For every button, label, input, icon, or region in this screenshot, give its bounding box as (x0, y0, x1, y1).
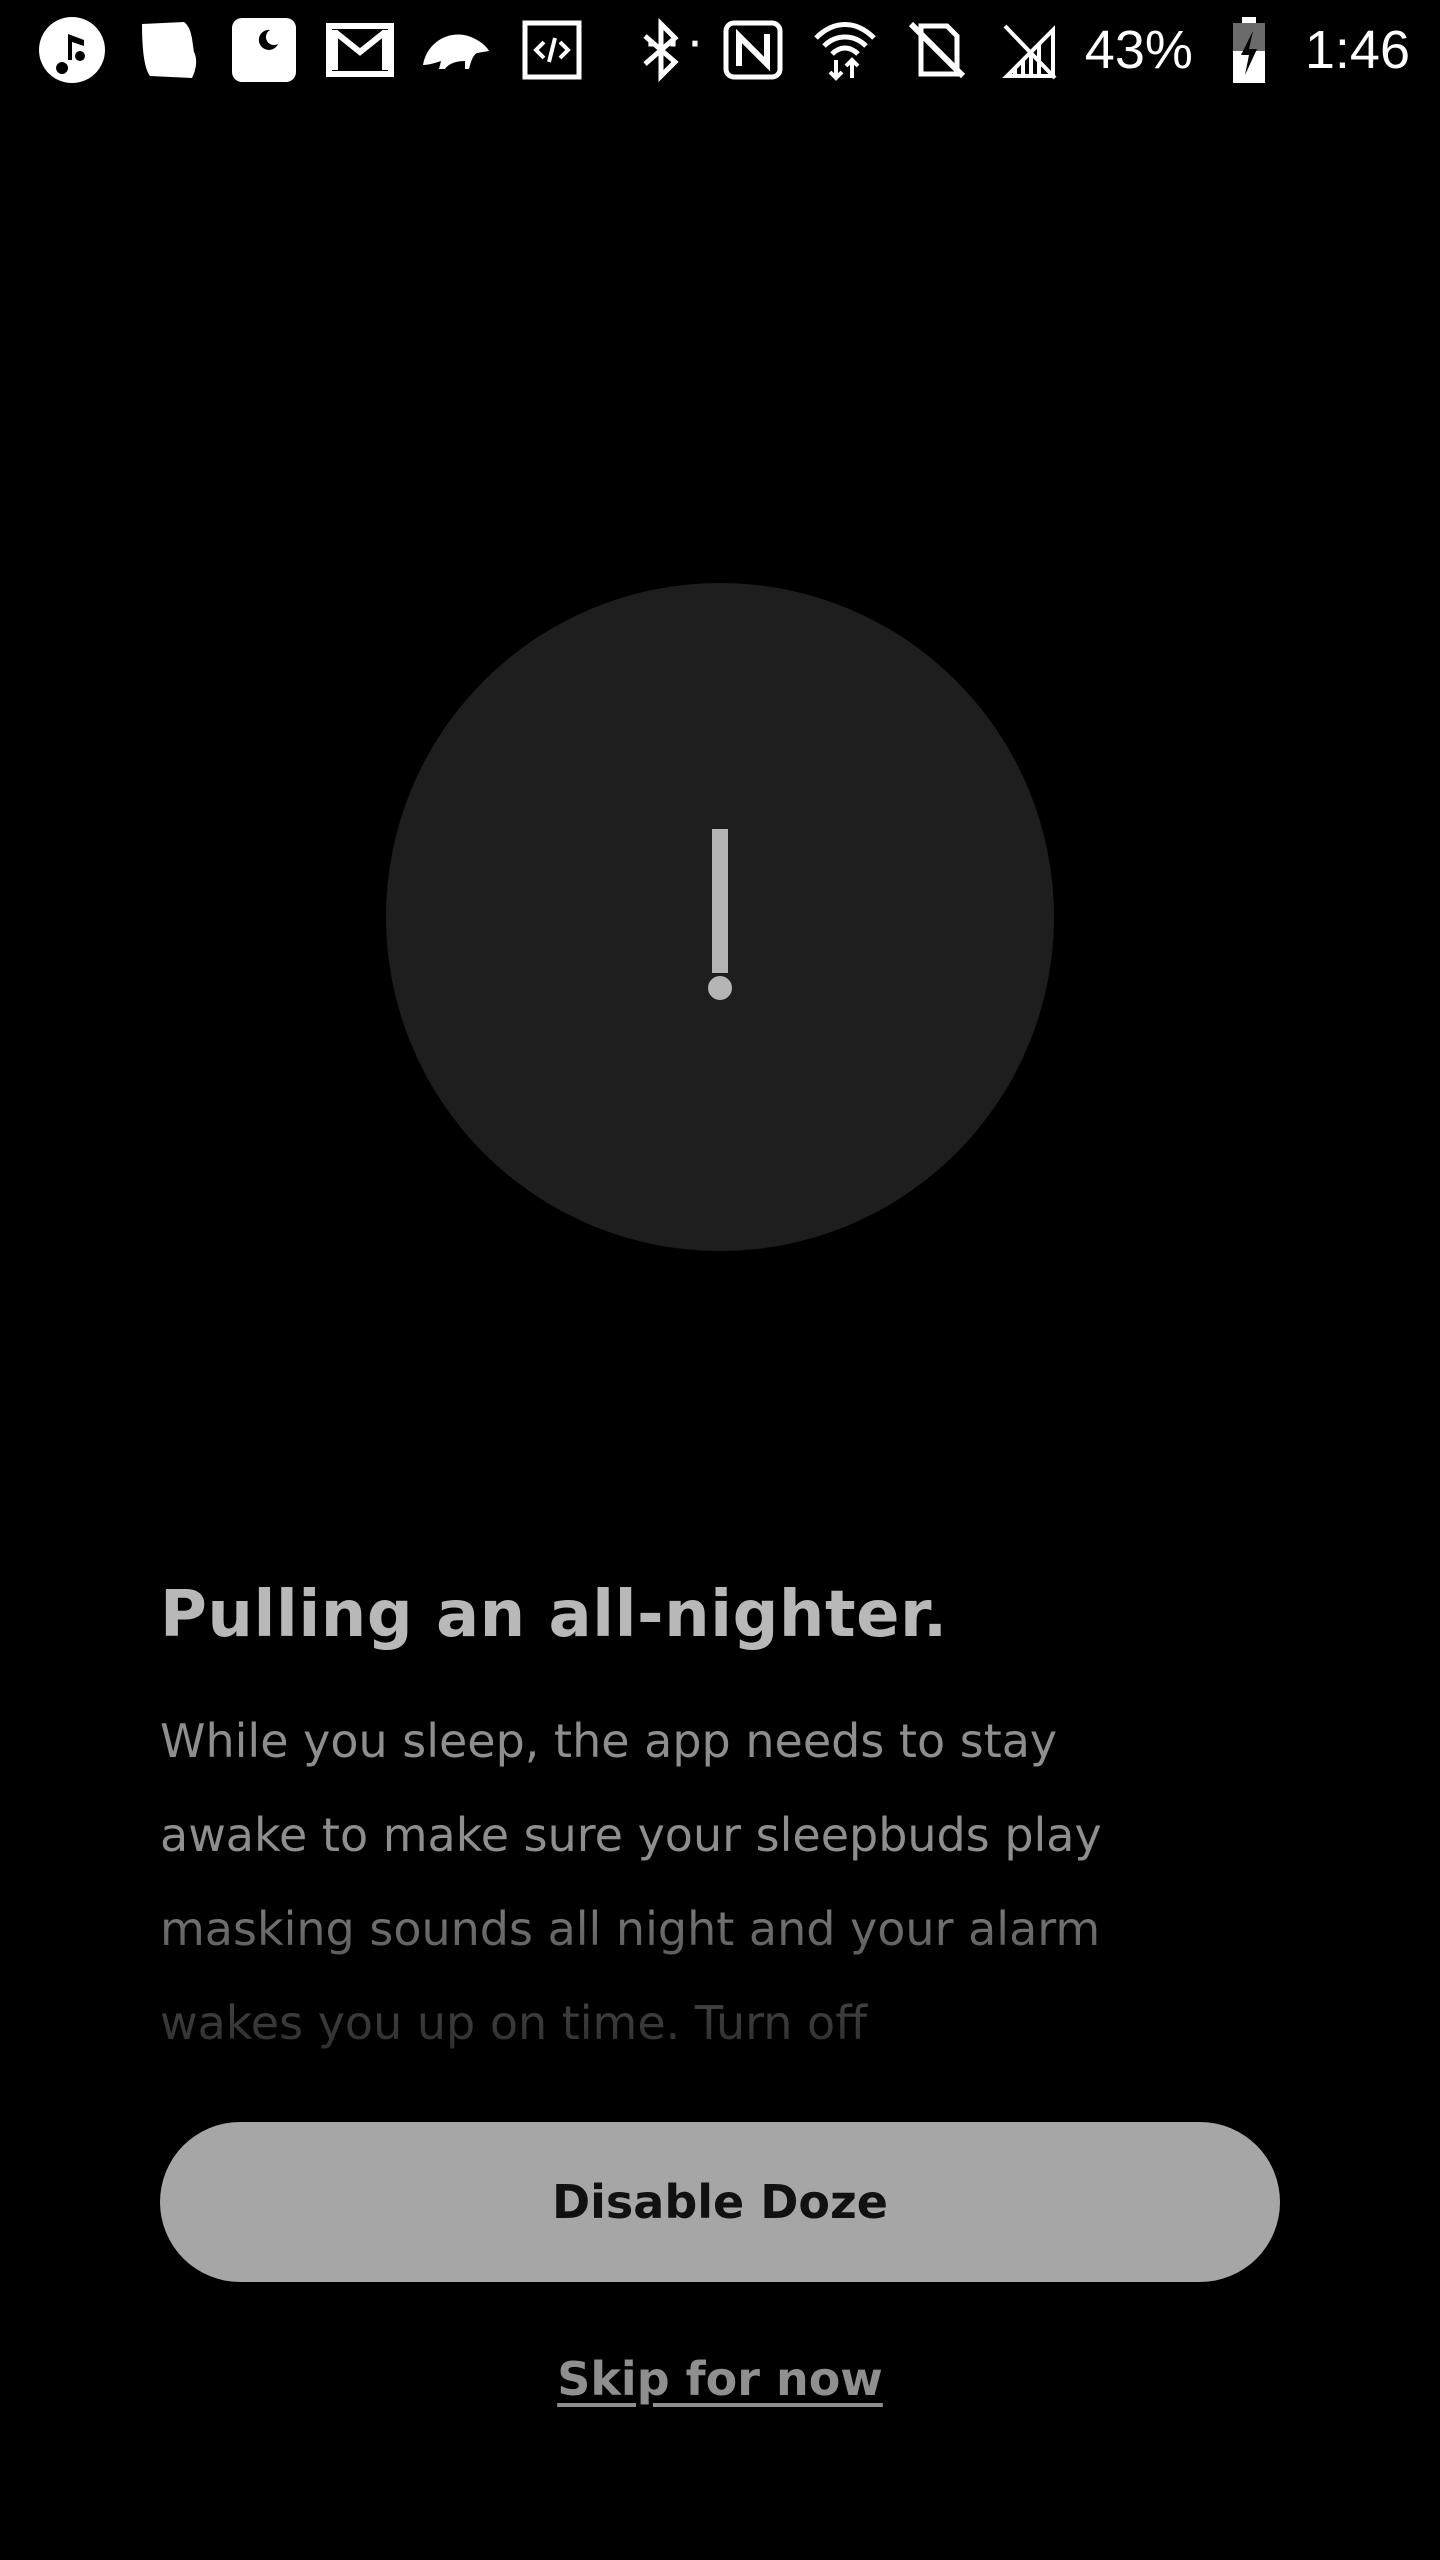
bluetooth-icon (625, 14, 697, 86)
system-icons: 43% 1:46 (625, 14, 1410, 86)
description-text: While you sleep, the app needs to stay a… (160, 1714, 1102, 2050)
moon-card-icon (228, 14, 300, 86)
screen: ··· 43% 1:46 Pulling an all-nighter. Whi… (0, 0, 1440, 2560)
signal-icon (993, 14, 1065, 86)
description-scroll-area[interactable]: While you sleep, the app needs to stay a… (160, 1694, 1280, 2170)
sloth-icon (420, 14, 492, 86)
page-title: Pulling an all-nighter. (160, 1578, 948, 1652)
battery-charging-icon (1213, 14, 1285, 86)
exclamation-icon (708, 829, 732, 1000)
skip-for-now-link[interactable]: Skip for now (0, 2352, 1440, 2406)
clock: 1:46 (1304, 20, 1410, 80)
nfc-icon (717, 14, 789, 86)
cloud-icon (132, 14, 204, 86)
music-app-icon (36, 14, 108, 86)
disable-doze-button[interactable]: Disable Doze (160, 2122, 1280, 2282)
code-icon (516, 14, 588, 86)
alert-badge (386, 583, 1054, 1251)
content-section: Pulling an all-nighter. While you sleep,… (160, 1560, 1280, 2170)
battery-percent: 43% (1084, 20, 1193, 80)
gmail-icon (324, 14, 396, 86)
no-sim-icon (901, 14, 973, 86)
status-bar: ··· 43% 1:46 (0, 0, 1440, 100)
wifi-icon (809, 14, 881, 86)
